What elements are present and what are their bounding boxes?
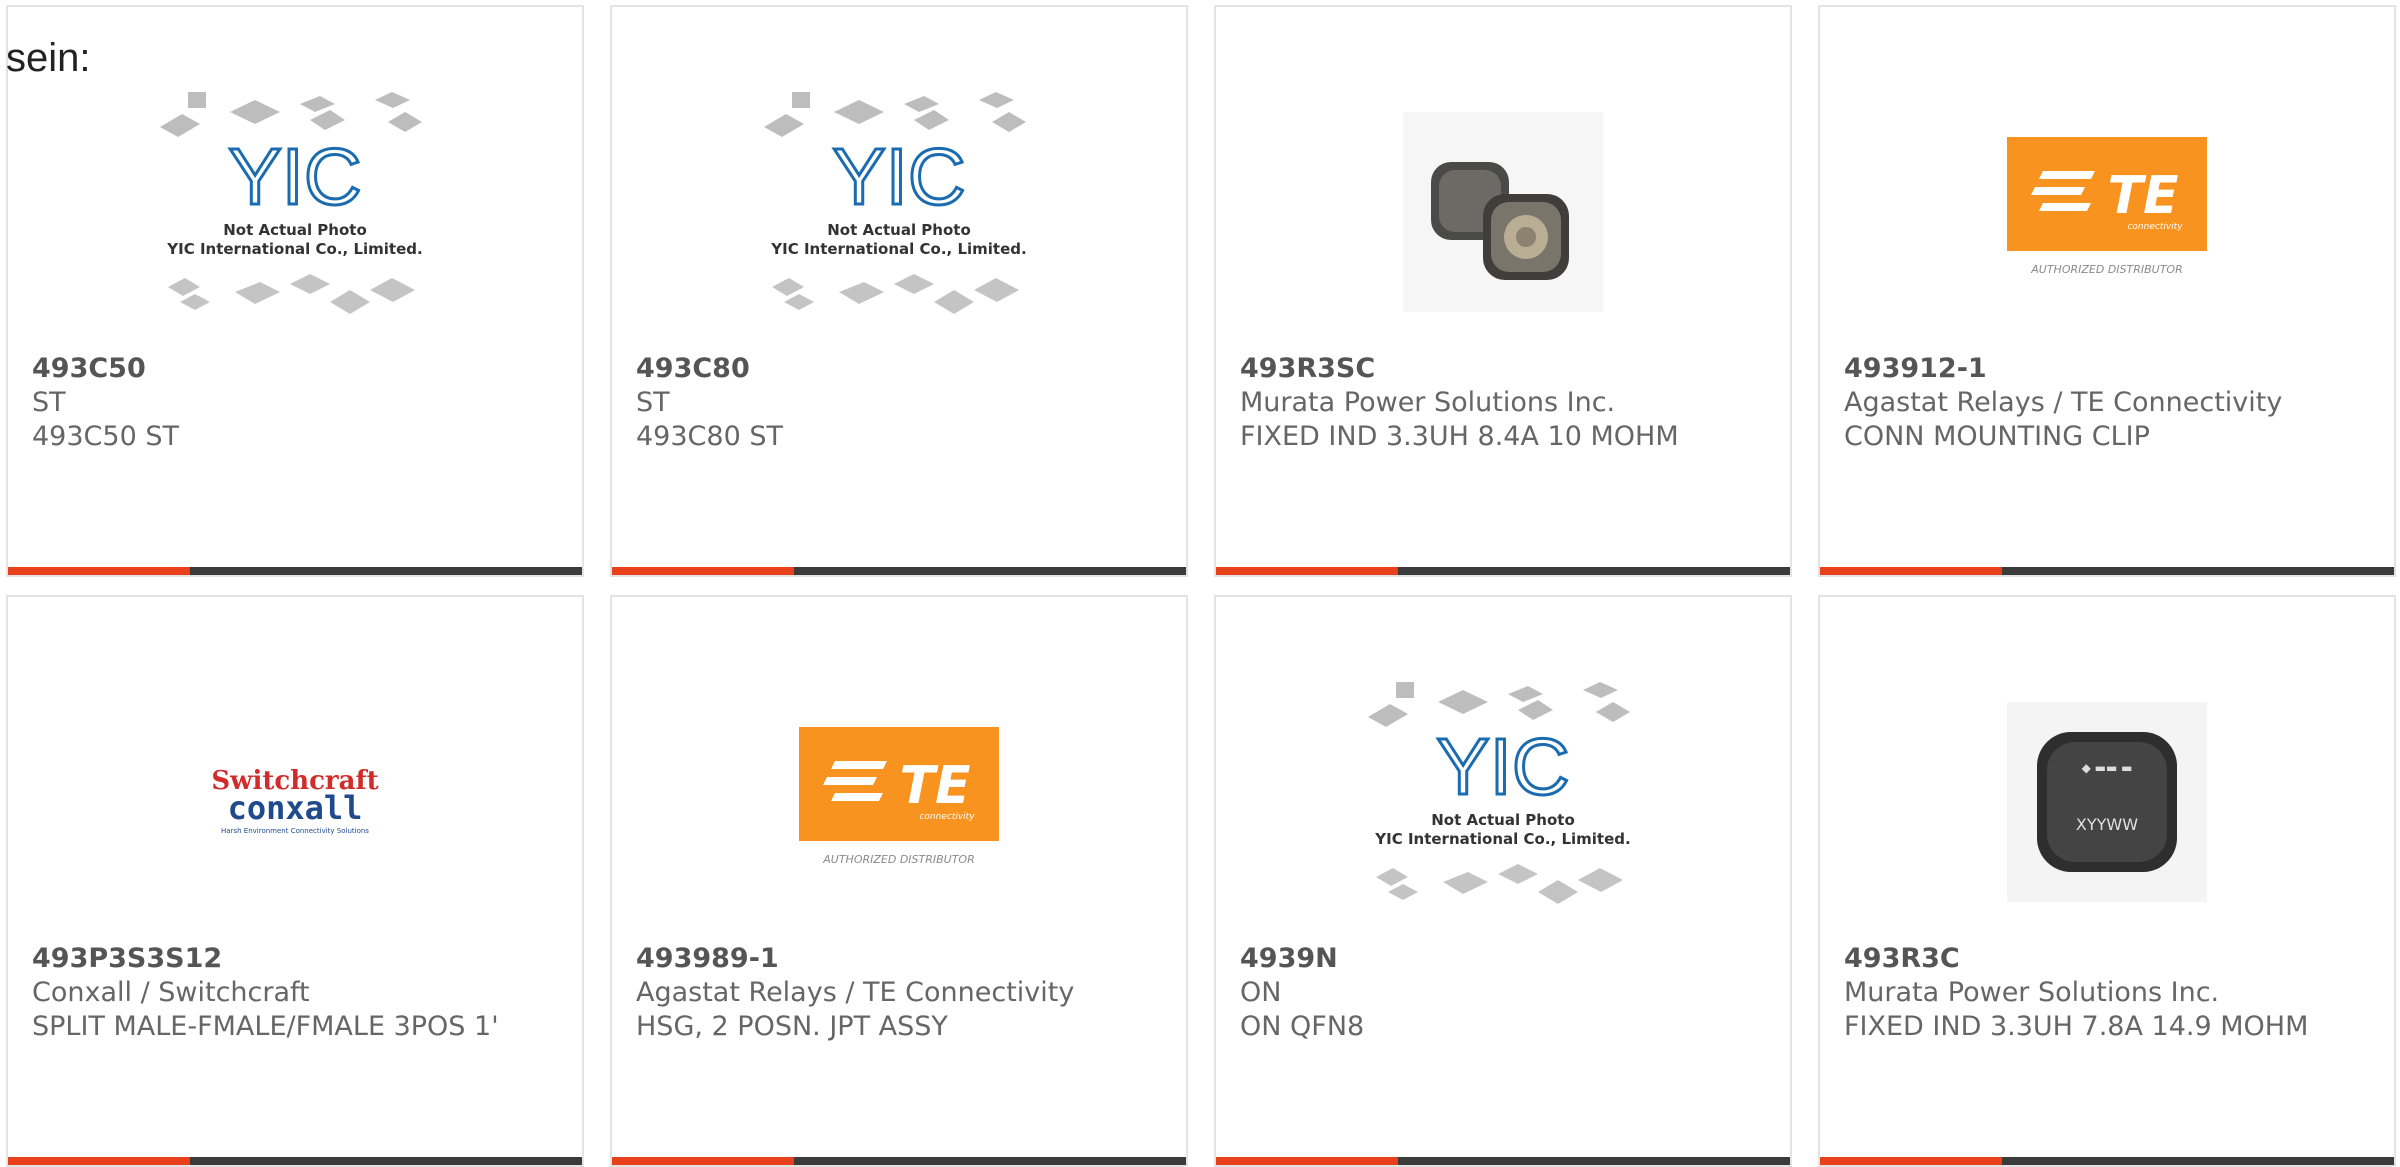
product-image[interactable]: YIC Not Actual Photo YIC International C… (612, 67, 1186, 357)
placeholder-line2: YIC International Co., Limited. (1374, 830, 1630, 848)
manufacturer: Agastat Relays / TE Connectivity (1844, 387, 2283, 418)
authorized-distributor-text: AUTHORIZED DISTRIBUTOR (822, 853, 975, 866)
part-number[interactable]: 493R3C (1844, 942, 2370, 976)
manufacturer: Murata Power Solutions Inc. (1844, 977, 2220, 1008)
card-bar (1820, 567, 2394, 575)
yic-placeholder-image: YIC Not Actual Photo YIC International C… (160, 92, 423, 314)
part-number[interactable]: 493989-1 (636, 942, 1162, 976)
conxall-logo-image: Switchcraft conxall Harsh Environment Co… (211, 767, 378, 835)
product-grid: YIC Not Actual Photo YIC International C… (0, 0, 2400, 1167)
te-logo-image: TE connectivity AUTHORIZED DISTRIBUTOR (799, 727, 999, 866)
product-image[interactable]: TE connectivity AUTHORIZED DISTRIBUTOR (1820, 67, 2394, 357)
manufacturer: ON (1240, 977, 1282, 1008)
yic-logo: YIC (1436, 722, 1569, 811)
card-bar-accent (1820, 567, 2002, 575)
te-logo-sub: connectivity (2127, 222, 2183, 232)
te-logo-mark: TE (900, 756, 971, 816)
card-bar (1216, 1157, 1790, 1165)
product-image[interactable]: YIC Not Actual Photo YIC International C… (8, 67, 582, 357)
product-card[interactable]: TE connectivity AUTHORIZED DISTRIBUTOR 4… (1818, 5, 2396, 577)
card-bar (612, 567, 1186, 575)
card-bar (612, 1157, 1186, 1165)
description: FIXED IND 3.3UH 7.8A 14.9 MOHM (1844, 1011, 2309, 1042)
card-bar (1820, 1157, 2394, 1165)
te-logo-mark: TE (2108, 166, 2179, 226)
product-card[interactable]: YIC Not Actual Photo YIC International C… (610, 5, 1188, 577)
product-card[interactable]: Switchcraft conxall Harsh Environment Co… (6, 595, 584, 1167)
product-card[interactable]: TE connectivity AUTHORIZED DISTRIBUTOR 4… (610, 595, 1188, 1167)
inductor-pair-image (1403, 112, 1603, 312)
yic-placeholder-image: YIC Not Actual Photo YIC International C… (764, 92, 1027, 314)
description: SPLIT MALE-FMALE/FMALE 3POS 1' (32, 1011, 499, 1042)
card-bar (1216, 567, 1790, 575)
product-card[interactable]: YIC Not Actual Photo YIC International C… (1214, 595, 1792, 1167)
manufacturer: ST (636, 387, 670, 418)
card-bar-accent (612, 567, 794, 575)
card-bar-accent (8, 567, 190, 575)
description: 493C80 ST (636, 421, 783, 452)
product-card[interactable]: 493R3SC Murata Power Solutions Inc. FIXE… (1214, 5, 1792, 577)
description: HSG, 2 POSN. JPT ASSY (636, 1011, 948, 1042)
placeholder-line1: Not Actual Photo (1431, 811, 1575, 829)
inductor-marking: XYYWW (2076, 815, 2138, 834)
product-image[interactable] (1216, 67, 1790, 357)
placeholder-line1: Not Actual Photo (827, 221, 971, 239)
card-bar (8, 567, 582, 575)
product-image[interactable]: ◆ ▬▬ ▬ XYYWW (1820, 657, 2394, 947)
card-bar-accent (8, 1157, 190, 1165)
card-bar (8, 1157, 582, 1165)
card-bar-accent (612, 1157, 794, 1165)
card-bar-accent (1216, 1157, 1398, 1165)
product-card[interactable]: ◆ ▬▬ ▬ XYYWW 493R3C Murata Power Solutio… (1818, 595, 2396, 1167)
placeholder-line2: YIC International Co., Limited. (770, 240, 1026, 258)
part-number[interactable]: 493P3S3S12 (32, 942, 558, 976)
product-image[interactable]: TE connectivity AUTHORIZED DISTRIBUTOR (612, 657, 1186, 947)
part-number[interactable]: 493C50 (32, 352, 558, 386)
conxall-tagline: Harsh Environment Connectivity Solutions (221, 827, 369, 835)
manufacturer: ST (32, 387, 66, 418)
yic-logo: YIC (228, 132, 361, 221)
lead-text: sein: (6, 36, 91, 80)
description: 493C50 ST (32, 421, 179, 452)
placeholder-line2: YIC International Co., Limited. (166, 240, 422, 258)
yic-placeholder-image: YIC Not Actual Photo YIC International C… (1368, 682, 1631, 904)
part-number[interactable]: 493C80 (636, 352, 1162, 386)
description: ON QFN8 (1240, 1011, 1365, 1042)
description: CONN MOUNTING CLIP (1844, 421, 2150, 452)
inductor-single-image: ◆ ▬▬ ▬ XYYWW (2007, 702, 2207, 902)
conxall-wordmark: conxall (228, 789, 363, 827)
te-logo-image: TE connectivity AUTHORIZED DISTRIBUTOR (2007, 137, 2207, 276)
part-number[interactable]: 4939N (1240, 942, 1766, 976)
placeholder-line1: Not Actual Photo (223, 221, 367, 239)
product-image[interactable]: Switchcraft conxall Harsh Environment Co… (8, 657, 582, 947)
manufacturer: Murata Power Solutions Inc. (1240, 387, 1616, 418)
product-image[interactable]: YIC Not Actual Photo YIC International C… (1216, 657, 1790, 947)
product-card[interactable]: YIC Not Actual Photo YIC International C… (6, 5, 584, 577)
description: FIXED IND 3.3UH 8.4A 10 MOHM (1240, 421, 1679, 452)
te-logo-sub: connectivity (919, 812, 975, 822)
manufacturer: Agastat Relays / TE Connectivity (636, 977, 1075, 1008)
card-bar-accent (1820, 1157, 2002, 1165)
yic-logo: YIC (832, 132, 965, 221)
part-number[interactable]: 493912-1 (1844, 352, 2370, 386)
card-bar-accent (1216, 567, 1398, 575)
manufacturer: Conxall / Switchcraft (32, 977, 310, 1008)
svg-text:◆ ▬▬ ▬: ◆ ▬▬ ▬ (2082, 761, 2133, 775)
authorized-distributor-text: AUTHORIZED DISTRIBUTOR (2030, 263, 2183, 276)
part-number[interactable]: 493R3SC (1240, 352, 1766, 386)
